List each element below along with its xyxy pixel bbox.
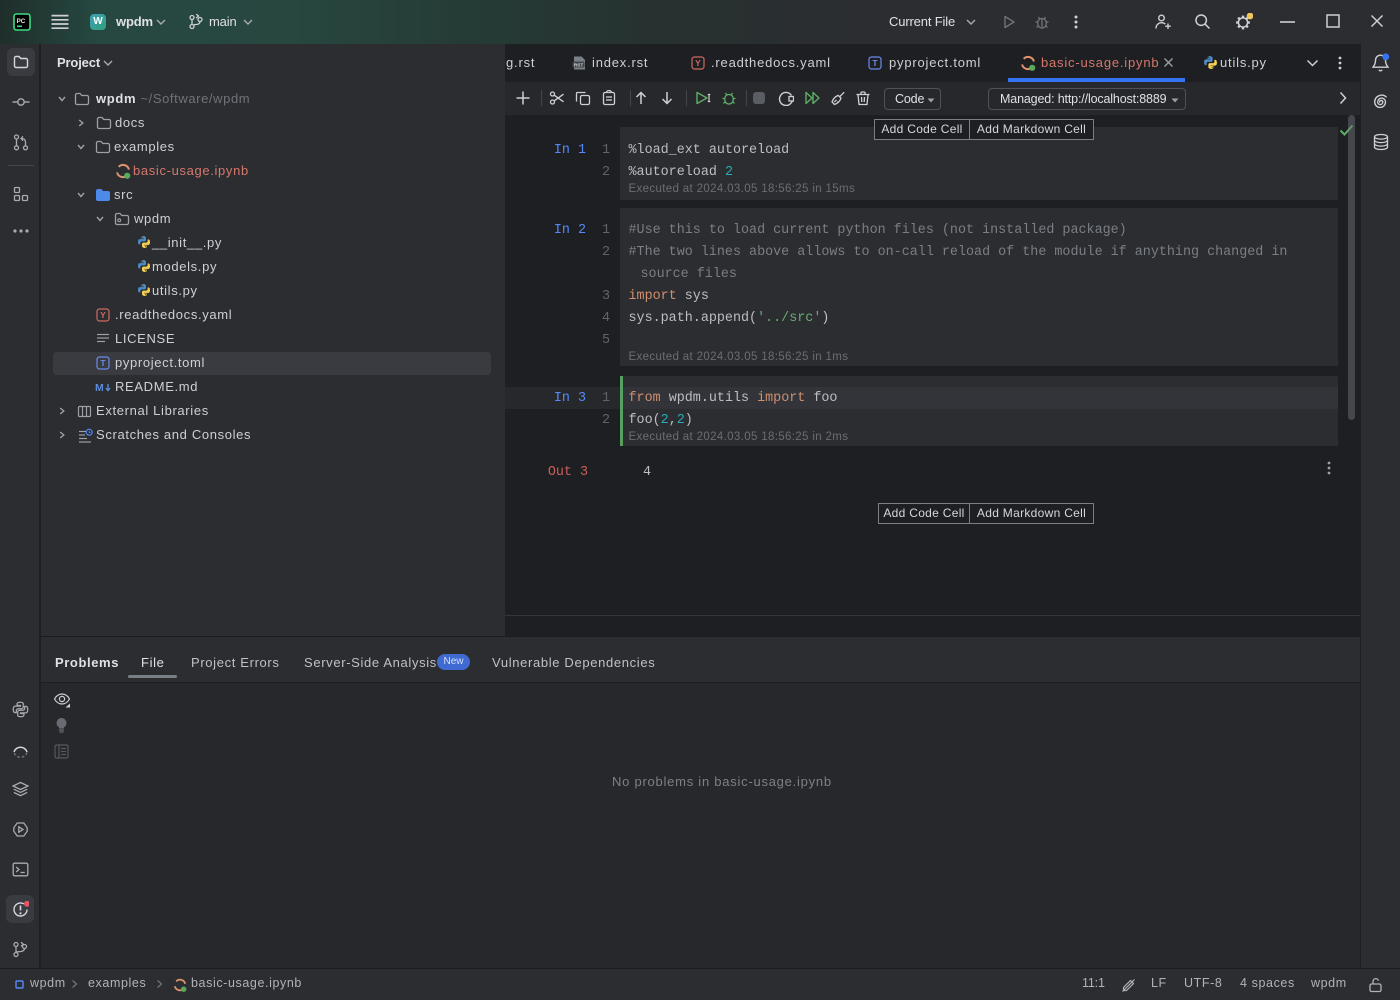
svg-text:Y: Y: [100, 310, 106, 320]
svg-text:RST: RST: [574, 62, 584, 68]
svg-text:M: M: [95, 382, 104, 394]
svg-text:T: T: [872, 58, 878, 68]
svg-text:PC: PC: [17, 18, 26, 25]
svg-text:Y: Y: [695, 58, 701, 68]
svg-text:T: T: [100, 358, 106, 368]
